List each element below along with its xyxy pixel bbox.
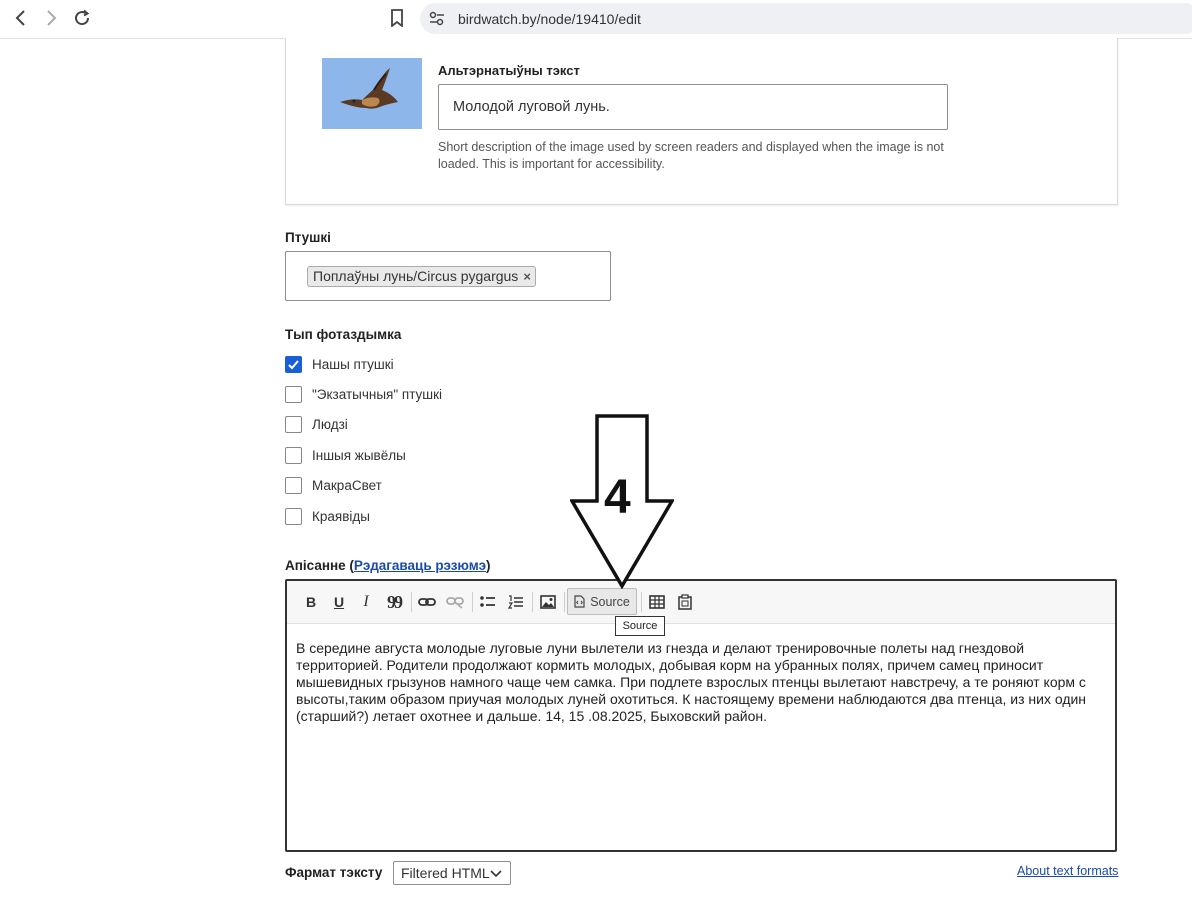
table-icon[interactable] [646, 590, 668, 614]
checkbox-label: Нашы птушкі [312, 356, 394, 372]
checkbox-label: "Экзатычныя" птушкі [312, 386, 443, 402]
checkbox-label: Краявіды [312, 508, 370, 524]
photo-type-option[interactable]: Краявіды [285, 506, 370, 526]
media-card: Альтэрнатыўны тэкст Short description of… [285, 38, 1118, 205]
link-icon[interactable] [416, 590, 438, 614]
text-format-value: Filtered HTML [401, 865, 490, 881]
checkbox[interactable] [285, 415, 302, 433]
rich-text-editor[interactable]: B U I 99 Source В середине августа молод… [285, 579, 1117, 852]
source-button[interactable]: Source [567, 588, 637, 615]
text-format-select[interactable]: Filtered HTML [393, 861, 511, 885]
photo-type-option[interactable]: Нашы птушкі [285, 354, 394, 374]
description-label-end: ) [486, 558, 491, 573]
about-text-formats-link[interactable]: About text formats [1017, 864, 1118, 878]
checkbox[interactable] [285, 476, 302, 494]
photo-type-option[interactable]: МакраСвет [285, 475, 382, 495]
bookmark-icon[interactable] [386, 6, 408, 30]
chevron-down-icon [490, 870, 502, 878]
toolbar-separator [564, 592, 565, 612]
checkbox-label: Людзі [312, 416, 348, 432]
description-label: Апісанне (Рэдагаваць рэзюмэ) [285, 558, 491, 573]
editor-toolbar: B U I 99 Source [287, 581, 1115, 624]
photo-type-option[interactable]: "Экзатычныя" птушкі [285, 384, 442, 404]
unlink-icon[interactable] [444, 590, 466, 614]
url-text: birdwatch.by/node/19410/edit [458, 11, 641, 27]
browser-toolbar: birdwatch.by/node/19410/edit [0, 0, 1192, 39]
checkbox[interactable] [285, 507, 302, 525]
edit-summary-link[interactable]: Рэдагаваць рэзюмэ [354, 558, 486, 573]
annotation-number: 4 [604, 471, 631, 524]
checkbox-checked[interactable] [285, 355, 302, 373]
forward-icon[interactable] [38, 5, 64, 31]
toolbar-separator [641, 592, 642, 612]
photo-type-label: Тып фотаздымка [285, 327, 402, 342]
checkbox[interactable] [285, 385, 302, 403]
source-tooltip: Source [615, 616, 665, 636]
photo-type-option[interactable]: Людзі [285, 414, 348, 434]
editor-content[interactable]: В середине августа молодые луговые луни … [296, 640, 1101, 725]
birds-label: Птушкі [285, 230, 331, 245]
image-icon[interactable] [537, 590, 559, 614]
text-format-label: Фармат тэксту [285, 865, 383, 880]
bird-tag-label: Поплаўны лунь/Circus pygargus [313, 268, 519, 284]
bird-thumbnail[interactable] [322, 58, 422, 129]
remove-tag-icon[interactable]: × [523, 266, 531, 287]
blockquote-button[interactable]: 99 [383, 590, 405, 614]
toolbar-separator [411, 592, 412, 612]
photo-type-option[interactable]: Іншыя жывёлы [285, 445, 406, 465]
alt-text-input[interactable] [438, 84, 948, 130]
toolbar-separator [532, 592, 533, 612]
site-settings-icon[interactable] [428, 10, 446, 28]
toolbar-separator [472, 592, 473, 612]
numbered-list-icon[interactable] [505, 590, 527, 614]
bird-tag: Поплаўны лунь/Circus pygargus × [307, 266, 536, 287]
address-bar[interactable]: birdwatch.by/node/19410/edit [420, 3, 1192, 34]
description-label-text: Апісанне ( [285, 558, 354, 573]
bold-button[interactable]: B [301, 590, 321, 614]
checkbox[interactable] [285, 446, 302, 464]
checkbox-label: МакраСвет [312, 477, 382, 493]
checkbox-label: Іншыя жывёлы [312, 447, 406, 463]
underline-button[interactable]: U [329, 590, 349, 614]
source-button-label: Source [590, 594, 630, 609]
back-icon[interactable] [8, 5, 34, 31]
bulleted-list-icon[interactable] [477, 590, 499, 614]
italic-button[interactable]: I [356, 590, 376, 614]
birds-autocomplete-field[interactable]: Поплаўны лунь/Circus pygargus × [285, 251, 611, 301]
alt-text-description: Short description of the image used by s… [438, 140, 944, 171]
reload-icon[interactable] [69, 5, 95, 31]
paste-icon[interactable] [674, 590, 696, 614]
alt-text-label: Альтэрнатыўны тэкст [438, 63, 580, 78]
